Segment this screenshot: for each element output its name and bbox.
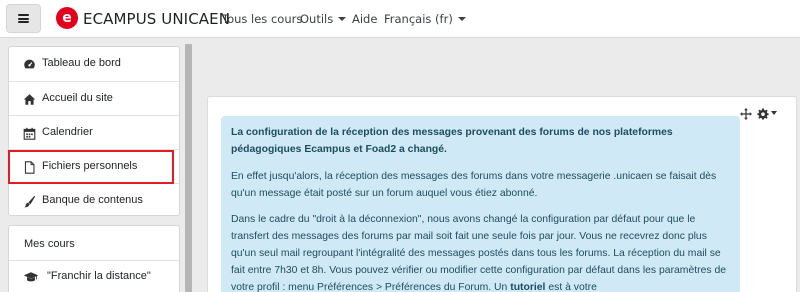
nav-link-all-courses[interactable]: Tous les cours xyxy=(222,12,302,26)
logo-letter: e xyxy=(62,10,72,26)
sidebar-item-label: Calendrier xyxy=(42,126,93,138)
sidebar-item-content-bank[interactable]: Banque de contenus xyxy=(9,183,179,217)
chevron-down-icon xyxy=(457,16,466,21)
sidebar-item-dashboard[interactable]: Tableau de bord xyxy=(9,47,179,81)
top-navbar: e ECAMPUS UNICAEN Tous les cours Outils … xyxy=(0,0,800,38)
sidebar-item-home[interactable]: Accueil du site xyxy=(9,81,179,115)
nav-link-label: Aide xyxy=(352,12,378,26)
hamburger-icon xyxy=(18,14,29,23)
drawer-scrollbar-thumb[interactable] xyxy=(185,44,192,292)
paragraph-text: Dans le cadre du "droit à la déconnexion… xyxy=(231,214,727,292)
my-courses-heading: Mes cours xyxy=(24,238,75,250)
sidebar-item-course[interactable]: "Franchir la distance" xyxy=(9,260,179,292)
nav-link-label: Français (fr) xyxy=(384,12,453,26)
tutorial-link[interactable]: tutoriel xyxy=(510,282,545,292)
nav-link-label: Outils xyxy=(300,12,334,26)
dashboard-icon xyxy=(24,59,35,69)
language-selector[interactable]: Français (fr) xyxy=(384,12,466,26)
graduation-cap-icon xyxy=(23,272,39,282)
announcement-paragraph: Dans le cadre du "droit à la déconnexion… xyxy=(231,211,731,292)
sidebar-item-label: Banque de contenus xyxy=(42,194,143,206)
site-brand[interactable]: ECAMPUS UNICAEN xyxy=(83,10,230,28)
nav-link-help[interactable]: Aide xyxy=(352,12,377,26)
announcement-paragraph: En effet jusqu'alors, la réception des m… xyxy=(231,171,717,199)
nav-link-tools[interactable]: Outils xyxy=(300,12,347,26)
gear-icon[interactable] xyxy=(757,108,769,120)
home-icon xyxy=(23,94,36,105)
sidebar-item-calendar[interactable]: Calendrier xyxy=(9,115,179,149)
sidebar-item-label: Tableau de bord xyxy=(42,57,121,69)
chevron-down-icon xyxy=(338,16,347,21)
calendar-icon xyxy=(23,127,36,140)
menu-toggle-button[interactable] xyxy=(6,4,41,33)
paragraph-text: est à votre xyxy=(545,282,597,292)
announcement-alert: La configuration de la réception des mes… xyxy=(221,116,740,292)
highlight-box xyxy=(8,150,174,184)
brush-icon xyxy=(24,195,36,208)
primary-nav-card: Tableau de bord Accueil du site Calendri… xyxy=(8,46,180,216)
announcement-heading: La configuration de la réception des mes… xyxy=(231,127,673,155)
my-courses-card: Mes cours "Franchir la distance" xyxy=(8,225,180,292)
move-icon[interactable] xyxy=(740,108,752,120)
logo-icon[interactable]: e xyxy=(56,7,78,29)
chevron-down-icon[interactable] xyxy=(771,111,777,115)
nav-link-label: Tous les cours xyxy=(222,12,303,26)
sidebar-item-label: "Franchir la distance" xyxy=(47,270,151,282)
sidebar-item-label: Accueil du site xyxy=(42,92,113,104)
